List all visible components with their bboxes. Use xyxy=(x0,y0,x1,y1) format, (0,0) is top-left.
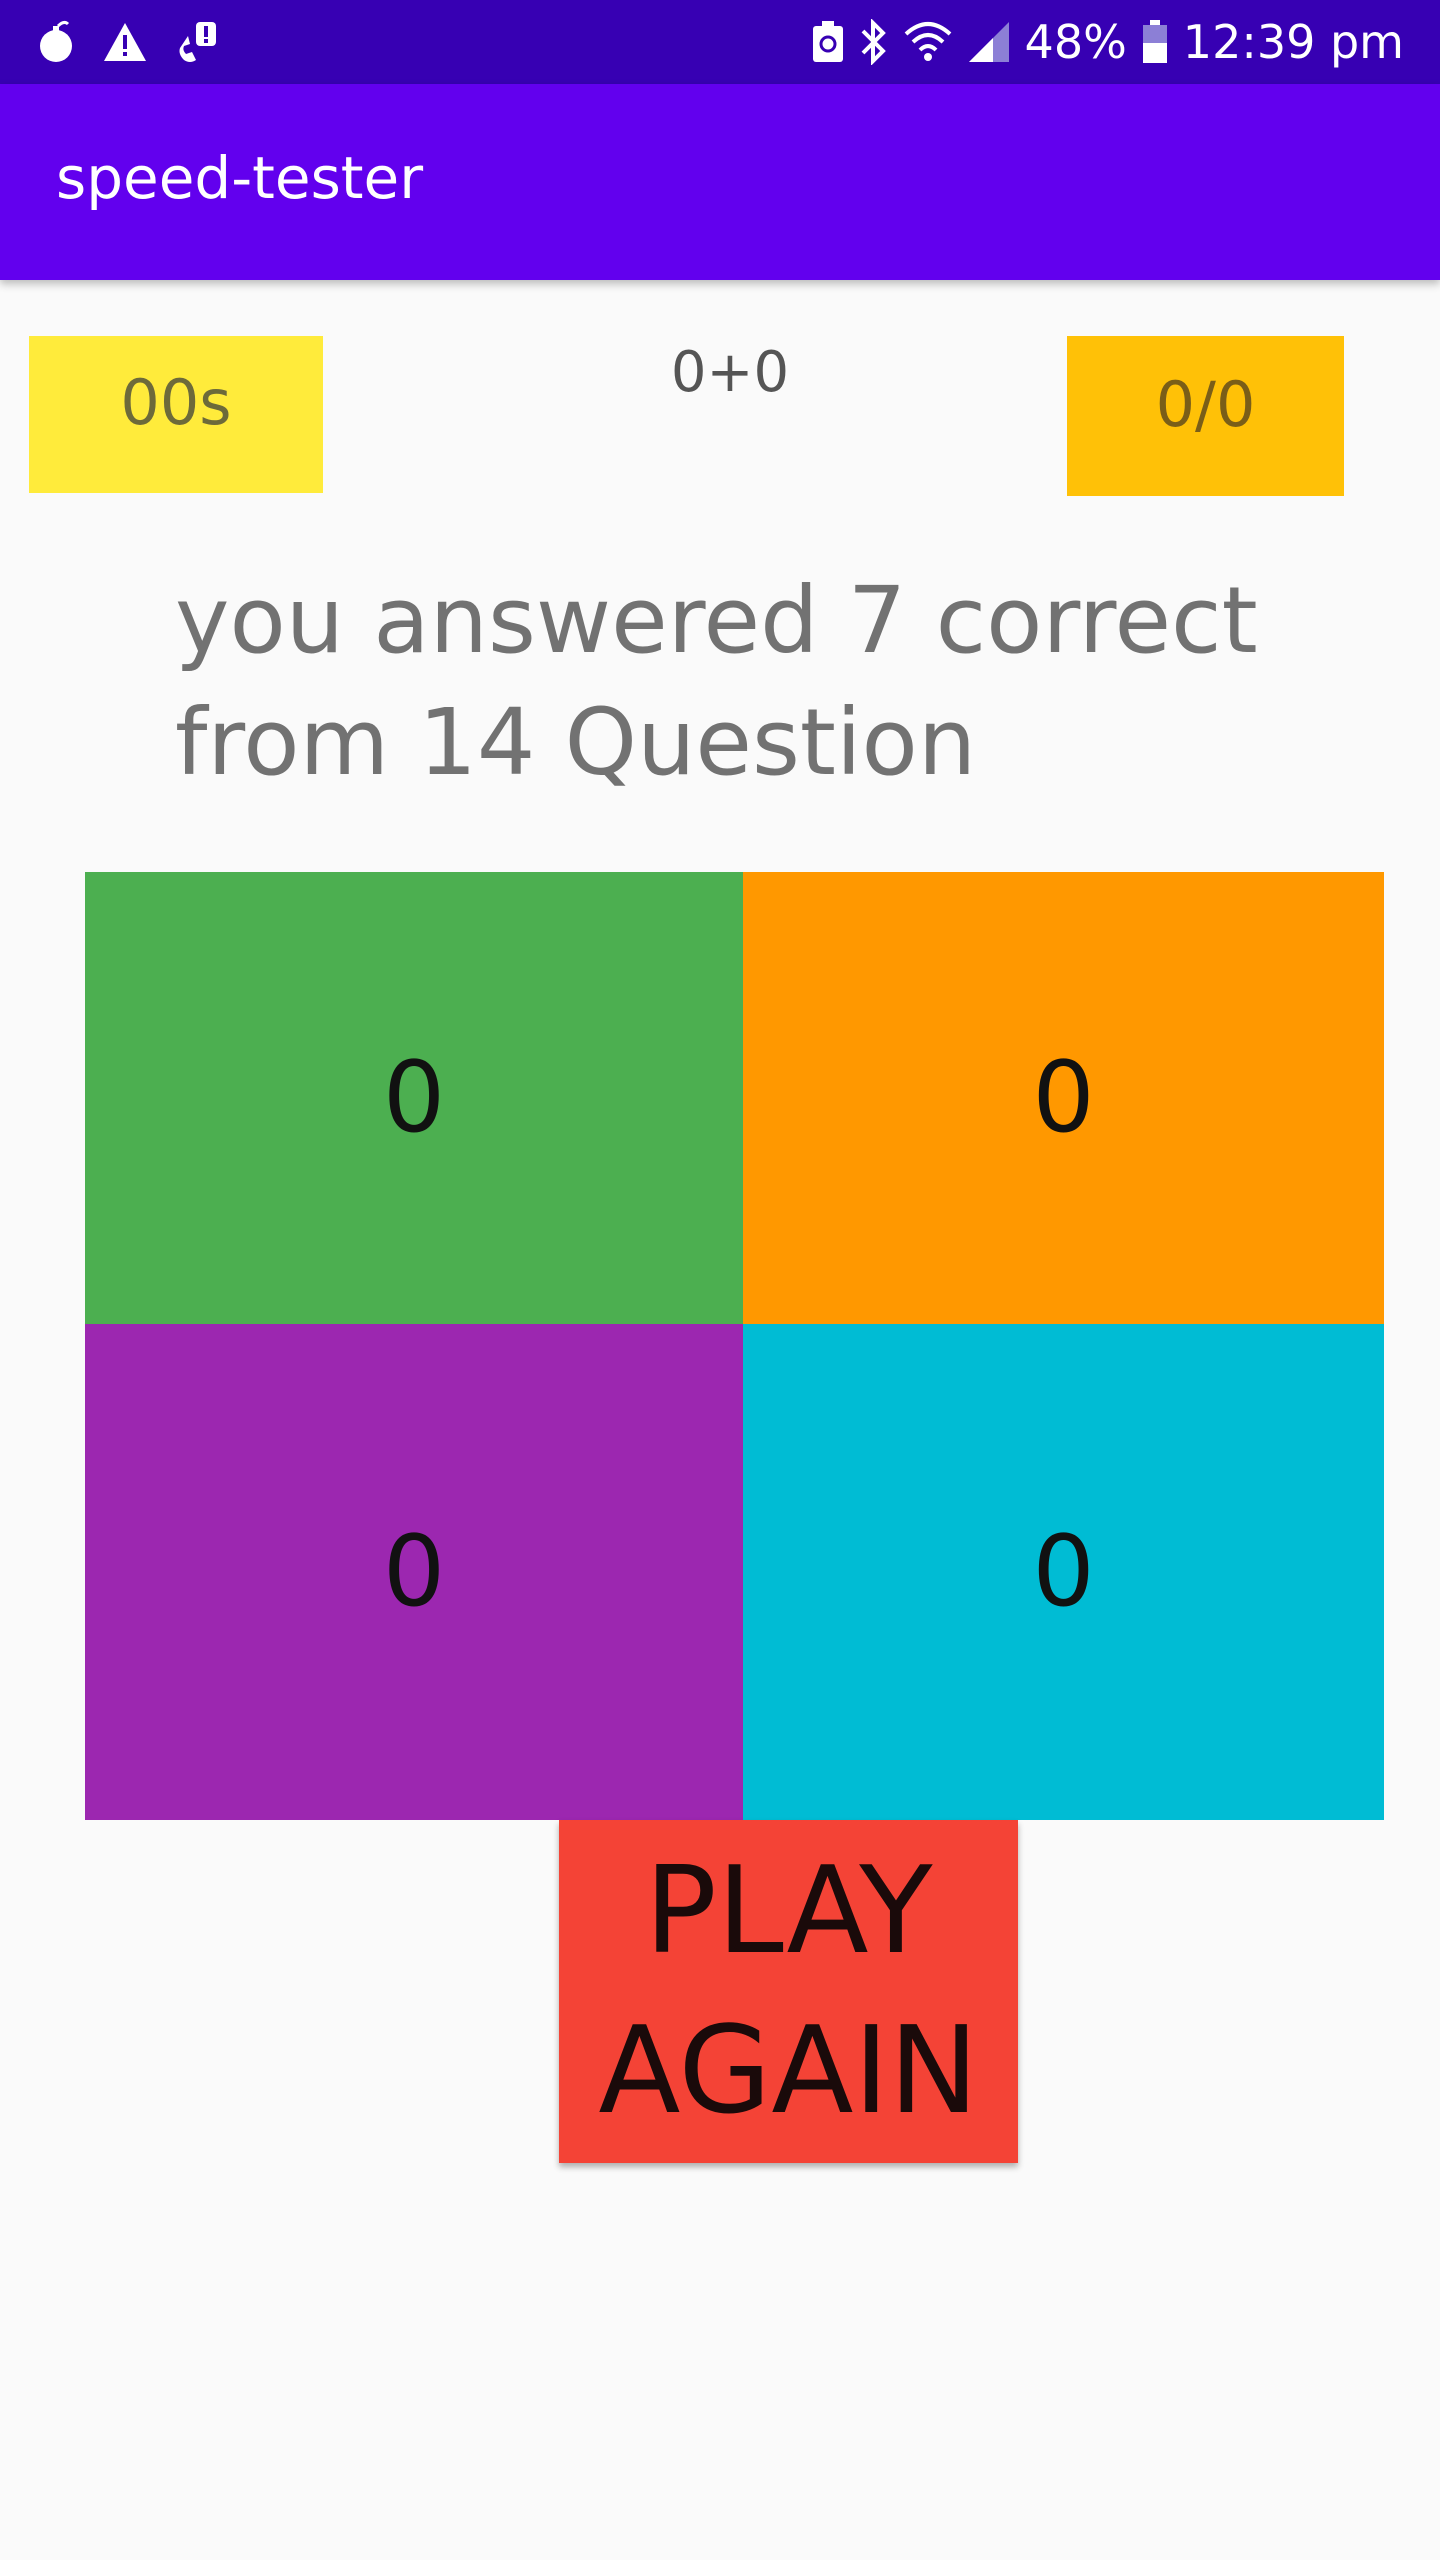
answer-button-2[interactable]: 0 xyxy=(743,872,1384,1324)
timer-text: 00s xyxy=(120,366,232,439)
result-message: you answered 7 correct from 14 Question xyxy=(175,567,1258,796)
play-again-button[interactable]: PLAY AGAIN xyxy=(559,1820,1018,2163)
battery-percent: 48% xyxy=(1024,15,1127,69)
question-text: 0+0 xyxy=(670,340,790,405)
answer-button-4[interactable]: 0 xyxy=(743,1324,1384,1820)
bluetooth-icon xyxy=(859,19,889,65)
wifi-icon xyxy=(903,20,953,64)
timer-box: 00s xyxy=(29,336,323,493)
call-alert-icon xyxy=(174,20,218,64)
signal-icon xyxy=(967,20,1011,64)
score-box: 0/0 xyxy=(1067,336,1344,496)
battery-saver-icon xyxy=(811,20,845,64)
answer-button-1[interactable]: 0 xyxy=(85,872,743,1324)
answer-button-3[interactable]: 0 xyxy=(85,1324,743,1820)
battery-icon xyxy=(1141,19,1169,65)
play-again-label-line2: AGAIN xyxy=(598,2001,979,2141)
warning-icon xyxy=(102,21,148,63)
bomb-icon xyxy=(36,20,76,64)
clock-time: 12:39 pm xyxy=(1182,15,1404,69)
play-again-label-line1: PLAY xyxy=(644,1841,933,1981)
status-right-icons: 48% 12:39 pm xyxy=(811,14,1404,70)
status-left-icons xyxy=(36,18,218,66)
app-bar: speed-tester xyxy=(0,84,1440,280)
app-title: speed-tester xyxy=(56,144,424,212)
answer-grid: 0 0 0 0 xyxy=(85,872,1384,1820)
status-bar: 48% 12:39 pm xyxy=(0,0,1440,84)
score-text: 0/0 xyxy=(1155,367,1256,441)
